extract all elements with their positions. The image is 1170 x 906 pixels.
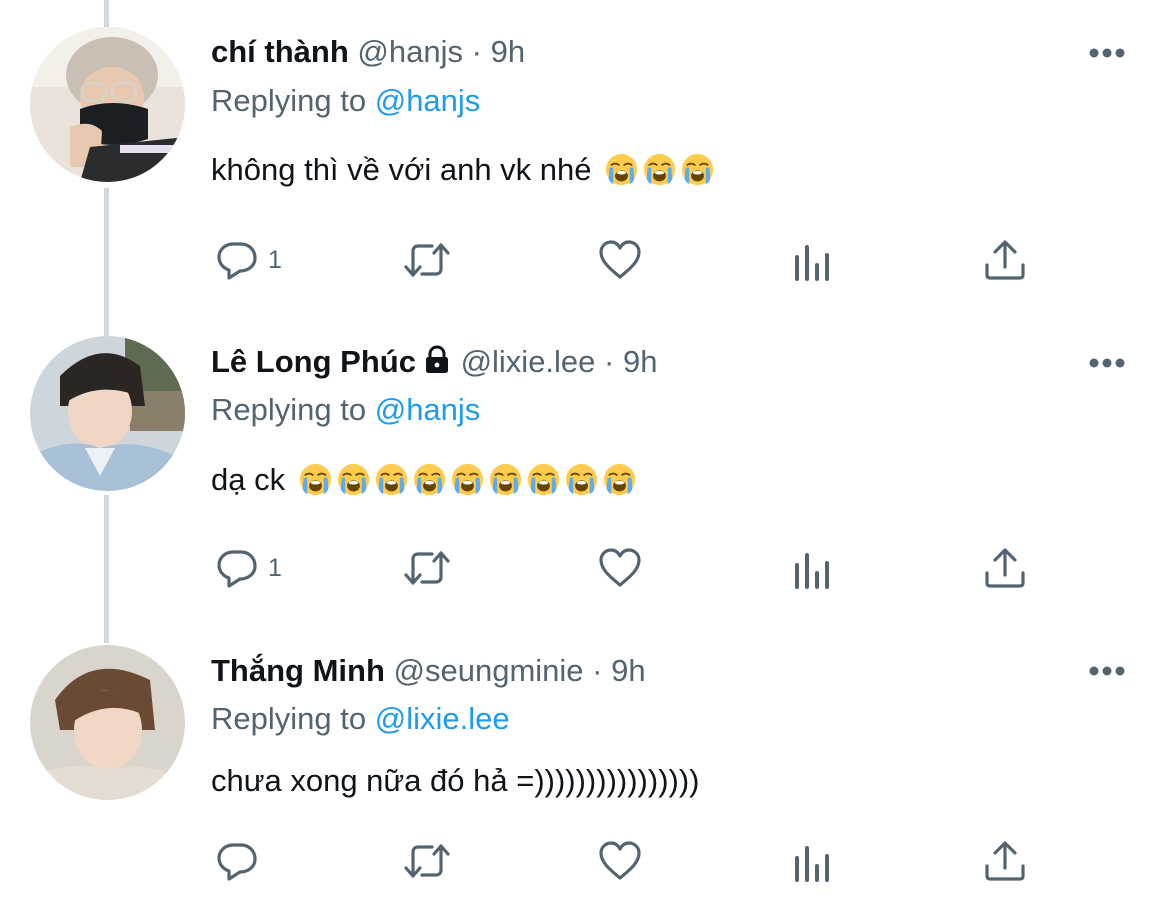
lock-icon xyxy=(425,345,448,373)
tweet-text: dạ ck xyxy=(211,462,636,498)
like-button[interactable] xyxy=(597,237,643,283)
mention-link[interactable]: @hanjs xyxy=(375,83,481,118)
analytics-button[interactable] xyxy=(790,840,836,886)
retweet-button[interactable] xyxy=(404,838,450,884)
tweet-text-content: dạ ck xyxy=(211,462,286,497)
retweet-arrows-icon xyxy=(404,844,450,878)
bar-chart-icon xyxy=(795,553,829,589)
share-button[interactable] xyxy=(982,237,1028,283)
bar-chart-icon xyxy=(795,846,829,882)
user-handle[interactable]: @lixie.lee xyxy=(461,344,596,379)
tweet[interactable]: Thắng Minh @seungminie · 9h Replying to … xyxy=(0,620,1170,906)
replying-label: Replying to xyxy=(211,392,367,427)
tweet-header: Thắng Minh @seungminie · 9h xyxy=(211,653,646,689)
display-name[interactable]: Lê Long Phúc xyxy=(211,344,416,379)
like-button[interactable] xyxy=(597,545,643,591)
display-name[interactable]: Thắng Minh xyxy=(211,653,385,688)
heart-icon xyxy=(599,841,641,880)
share-upload-icon xyxy=(985,841,1025,881)
avatar[interactable] xyxy=(30,645,185,800)
tweet[interactable]: Lê Long Phúc @lixie.lee · 9h Replying to… xyxy=(0,310,1170,620)
avatar[interactable] xyxy=(30,336,185,491)
retweet-arrows-icon xyxy=(404,243,450,277)
mention-link[interactable]: @hanjs xyxy=(375,392,481,427)
share-upload-icon xyxy=(985,240,1025,280)
loudly-crying-face-emoji xyxy=(489,463,521,496)
tweet[interactable]: chí thành @hanjs · 9h Replying to @hanjs… xyxy=(0,0,1170,310)
loudly-crying-face-emoji xyxy=(451,463,483,496)
share-button[interactable] xyxy=(982,838,1028,884)
display-name[interactable]: chí thành xyxy=(211,34,349,69)
more-dots-icon[interactable] xyxy=(1088,664,1126,678)
mention-link[interactable]: @lixie.lee xyxy=(375,701,510,736)
replying-label: Replying to xyxy=(211,83,367,118)
loudly-crying-face-emoji xyxy=(337,463,369,496)
loudly-crying-face-emoji xyxy=(682,153,714,186)
heart-icon xyxy=(599,240,641,279)
timestamp[interactable]: 9h xyxy=(611,653,645,688)
tweet-text: chưa xong nữa đó hả =)))))))))))))))) xyxy=(211,763,700,799)
reply-count: 1 xyxy=(268,553,282,582)
replying-label: Replying to xyxy=(211,701,367,736)
emoji-group xyxy=(294,462,636,497)
tweet-text-content: chưa xong nữa đó hả =)))))))))))))))) xyxy=(211,763,700,798)
separator-dot: · xyxy=(471,34,482,69)
speech-bubble-icon xyxy=(217,242,257,280)
loudly-crying-face-emoji xyxy=(413,463,445,496)
tweet-header: chí thành @hanjs · 9h xyxy=(211,34,525,70)
tweet-text-content: không thì về với anh vk nhé xyxy=(211,152,592,187)
loudly-crying-face-emoji xyxy=(606,153,638,186)
loudly-crying-face-emoji xyxy=(644,153,676,186)
reply-count: 1 xyxy=(268,245,282,274)
bar-chart-icon xyxy=(795,245,829,281)
heart-icon xyxy=(599,548,641,587)
separator-dot: · xyxy=(604,344,615,379)
loudly-crying-face-emoji xyxy=(299,463,331,496)
loudly-crying-face-emoji xyxy=(565,463,597,496)
loudly-crying-face-emoji xyxy=(375,463,407,496)
more-dots-icon[interactable] xyxy=(1088,356,1126,370)
loudly-crying-face-emoji xyxy=(603,463,635,496)
replying-to: Replying to @hanjs xyxy=(211,392,480,428)
timestamp[interactable]: 9h xyxy=(491,34,525,69)
avatar[interactable] xyxy=(30,27,185,182)
tweet-header: Lê Long Phúc @lixie.lee · 9h xyxy=(211,344,657,380)
user-handle[interactable]: @seungminie xyxy=(394,653,584,688)
reply-button[interactable]: 1 xyxy=(214,545,282,591)
share-upload-icon xyxy=(985,548,1025,588)
more-dots-icon[interactable] xyxy=(1088,46,1126,60)
replying-to: Replying to @lixie.lee xyxy=(211,701,510,737)
user-handle[interactable]: @hanjs xyxy=(357,34,463,69)
reply-button[interactable]: 1 xyxy=(214,237,282,283)
emoji-group xyxy=(600,152,714,187)
retweet-button[interactable] xyxy=(404,237,450,283)
speech-bubble-icon xyxy=(217,843,257,881)
analytics-button[interactable] xyxy=(790,547,836,593)
retweet-arrows-icon xyxy=(404,551,450,585)
share-button[interactable] xyxy=(982,545,1028,591)
speech-bubble-icon xyxy=(217,550,257,588)
analytics-button[interactable] xyxy=(790,239,836,285)
retweet-button[interactable] xyxy=(404,545,450,591)
reply-button[interactable] xyxy=(214,838,268,884)
like-button[interactable] xyxy=(597,838,643,884)
timestamp[interactable]: 9h xyxy=(623,344,657,379)
loudly-crying-face-emoji xyxy=(527,463,559,496)
replying-to: Replying to @hanjs xyxy=(211,83,480,119)
tweet-text: không thì về với anh vk nhé xyxy=(211,152,714,188)
separator-dot: · xyxy=(592,653,603,688)
